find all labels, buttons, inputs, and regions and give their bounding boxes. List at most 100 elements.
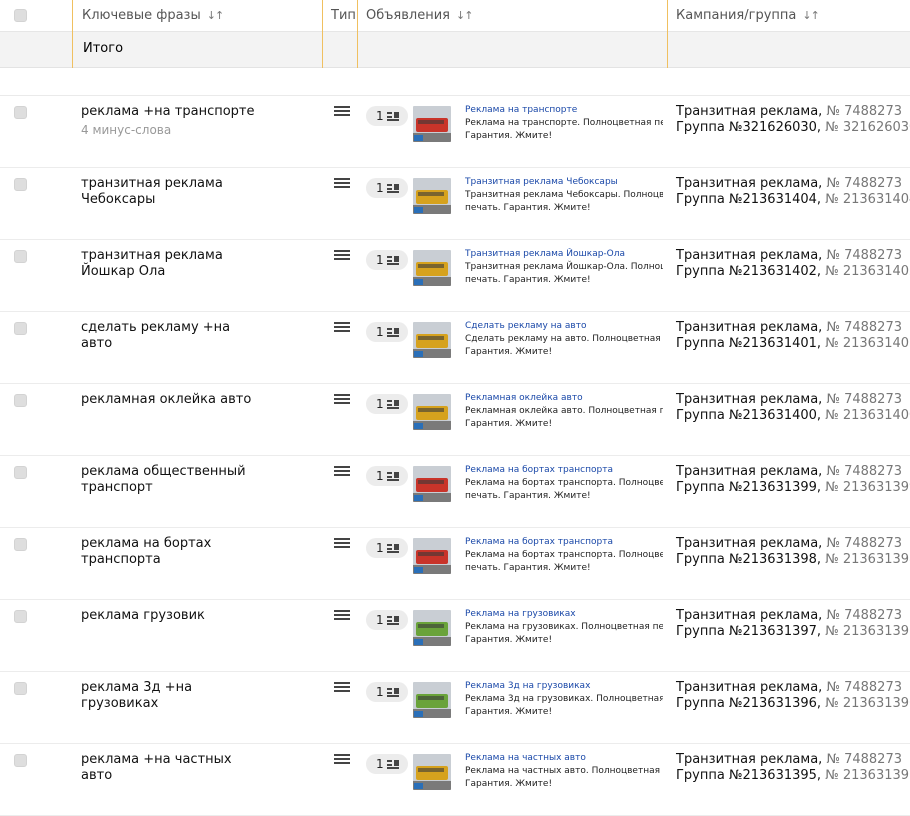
ads-count-badge[interactable]: 1 <box>366 250 408 270</box>
keyword-phrase[interactable]: реклама 3д +на грузовиках <box>81 680 256 712</box>
ad-preview: Реклама на частных авто Реклама на частны… <box>465 752 663 791</box>
ads-count-badge[interactable]: 1 <box>366 106 408 126</box>
group-name-link[interactable]: Группа №213631396, <box>676 696 821 711</box>
ad-text-line: Транзитная реклама Йошкар-Ола. Полноцвет… <box>465 262 663 272</box>
group-name-link[interactable]: Группа №213631399, <box>676 480 821 495</box>
campaign-name-link[interactable]: Транзитная реклама, <box>676 608 822 623</box>
ads-count-badge[interactable]: 1 <box>366 538 408 558</box>
ad-title-link[interactable]: Реклама 3д на грузовиках <box>465 680 663 692</box>
ad-title-link[interactable]: Реклама на транспорте <box>465 104 663 116</box>
sort-icon[interactable]: ↓↑ <box>207 9 224 22</box>
ad-image-thumbnail[interactable] <box>413 754 451 790</box>
campaign-name-link[interactable]: Транзитная реклама, <box>676 536 822 551</box>
ads-count-badge[interactable]: 1 <box>366 178 408 198</box>
select-all-checkbox[interactable] <box>14 9 27 22</box>
ad-image-thumbnail[interactable] <box>413 322 451 358</box>
row-checkbox[interactable] <box>14 250 27 263</box>
group-name-link[interactable]: Группа №213631397, <box>676 624 821 639</box>
campaign-name-link[interactable]: Транзитная реклама, <box>676 104 822 119</box>
ad-image-thumbnail[interactable] <box>413 538 451 574</box>
group-name-link[interactable]: Группа №213631401, <box>676 336 821 351</box>
thumbnail-window <box>418 192 444 196</box>
row-checkbox[interactable] <box>14 754 27 767</box>
table-row: реклама грузовик 1 Реклама на грузовиках Ре… <box>0 600 910 672</box>
thumbnail-logo <box>414 711 423 717</box>
ad-image-thumbnail[interactable] <box>413 466 451 502</box>
ads-count-badge[interactable]: 1 <box>366 610 408 630</box>
thumbnail-window <box>418 768 444 772</box>
ads-count: 1 <box>376 109 384 123</box>
keyword-phrase[interactable]: реклама общественный транспорт <box>81 464 256 496</box>
keyword-phrase[interactable]: реклама +на транспорте <box>81 104 256 120</box>
ads-count-badge[interactable]: 1 <box>366 754 408 774</box>
campaign-name-link[interactable]: Транзитная реклама, <box>676 680 822 695</box>
thumbnail-window <box>418 480 444 484</box>
keyword-phrase[interactable]: реклама на бортах транспорта <box>81 536 256 568</box>
keyword-phrase[interactable]: рекламная оклейка авто <box>81 392 256 408</box>
ad-image-thumbnail[interactable] <box>413 106 451 142</box>
ad-text-line: Сделать рекламу на авто. Полноцветная пе… <box>465 334 663 344</box>
ad-image-thumbnail[interactable] <box>413 250 451 286</box>
group-name-link[interactable]: Группа №213631395, <box>676 768 821 783</box>
column-header-phrases[interactable]: Ключевые фразы ↓↑ <box>82 8 224 23</box>
group-name-link[interactable]: Группа №213631400, <box>676 408 821 423</box>
sort-icon[interactable]: ↓↑ <box>802 9 819 22</box>
ad-title-link[interactable]: Сделать рекламу на авто <box>465 320 663 332</box>
campaign-name-link[interactable]: Транзитная реклама, <box>676 752 822 767</box>
ad-image-thumbnail[interactable] <box>413 394 451 430</box>
minus-words-link[interactable]: 4 минус-слова <box>81 123 171 137</box>
row-checkbox[interactable] <box>14 538 27 551</box>
row-checkbox[interactable] <box>14 682 27 695</box>
ads-count: 1 <box>376 541 384 555</box>
ad-title-link[interactable]: Реклама на бортах транспорта <box>465 464 663 476</box>
campaign-id: № 7488273 <box>826 248 902 263</box>
group-name-link[interactable]: Группа №213631398, <box>676 552 821 567</box>
campaign-name-link[interactable]: Транзитная реклама, <box>676 320 822 335</box>
keyword-phrase[interactable]: сделать рекламу +на авто <box>81 320 256 352</box>
row-checkbox[interactable] <box>14 106 27 119</box>
column-header-ads[interactable]: Объявления ↓↑ <box>366 8 473 23</box>
ads-count-badge[interactable]: 1 <box>366 322 408 342</box>
ad-preview: Реклама на транспорте Реклама на транспор… <box>465 104 663 143</box>
campaign-name-link[interactable]: Транзитная реклама, <box>676 392 822 407</box>
group-name-link[interactable]: Группа №213631404, <box>676 192 821 207</box>
sort-icon[interactable]: ↓↑ <box>456 9 473 22</box>
thumbnail-logo <box>414 495 423 501</box>
column-header-campaign[interactable]: Кампания/группа ↓↑ <box>676 8 820 23</box>
keyword-phrase[interactable]: транзитная реклама Чебоксары <box>81 176 256 208</box>
group-id: № 213631404 <box>825 192 910 207</box>
thumbnail-logo <box>414 135 423 141</box>
ad-image-thumbnail[interactable] <box>413 178 451 214</box>
campaign-name-link[interactable]: Транзитная реклама, <box>676 176 822 191</box>
campaign-group-cell: Транзитная реклама, № 7488273 Группа №213… <box>676 536 910 568</box>
ad-image-thumbnail[interactable] <box>413 610 451 646</box>
ads-count-badge[interactable]: 1 <box>366 394 408 414</box>
group-name-link[interactable]: Группа №213631402, <box>676 264 821 279</box>
keyword-phrase[interactable]: реклама +на частных авто <box>81 752 256 784</box>
row-checkbox[interactable] <box>14 322 27 335</box>
row-checkbox[interactable] <box>14 394 27 407</box>
ad-title-link[interactable]: Реклама на бортах транспорта <box>465 536 663 548</box>
ad-title-link[interactable]: Транзитная реклама Чебоксары <box>465 176 663 188</box>
ad-image-thumbnail[interactable] <box>413 682 451 718</box>
keyword-phrase[interactable]: транзитная реклама Йошкар Ола <box>81 248 256 280</box>
ads-count-badge[interactable]: 1 <box>366 466 408 486</box>
row-checkbox[interactable] <box>14 466 27 479</box>
group-name-link[interactable]: Группа №321626030, <box>676 120 821 135</box>
thumbnail-logo <box>414 639 423 645</box>
campaign-line: Транзитная реклама, № 7488273 <box>676 680 910 696</box>
campaign-name-link[interactable]: Транзитная реклама, <box>676 248 822 263</box>
row-checkbox[interactable] <box>14 610 27 623</box>
ad-title-link[interactable]: Реклама на грузовиках <box>465 608 663 620</box>
campaign-name-link[interactable]: Транзитная реклама, <box>676 464 822 479</box>
ad-text-line: печать. Гарантия. Жмите! <box>465 491 591 501</box>
campaign-group-cell: Транзитная реклама, № 7488273 Группа №213… <box>676 248 910 280</box>
ads-count-badge[interactable]: 1 <box>366 682 408 702</box>
ads-count: 1 <box>376 253 384 267</box>
ad-title-link[interactable]: Транзитная реклама Йошкар-Ола <box>465 248 663 260</box>
ad-title-link[interactable]: Реклама на частных авто <box>465 752 663 764</box>
row-checkbox[interactable] <box>14 178 27 191</box>
keyword-phrase[interactable]: реклама грузовик <box>81 608 256 624</box>
ad-title-link[interactable]: Рекламная оклейка авто <box>465 392 663 404</box>
group-line: Группа №213631396, № 213631396 <box>676 696 910 712</box>
